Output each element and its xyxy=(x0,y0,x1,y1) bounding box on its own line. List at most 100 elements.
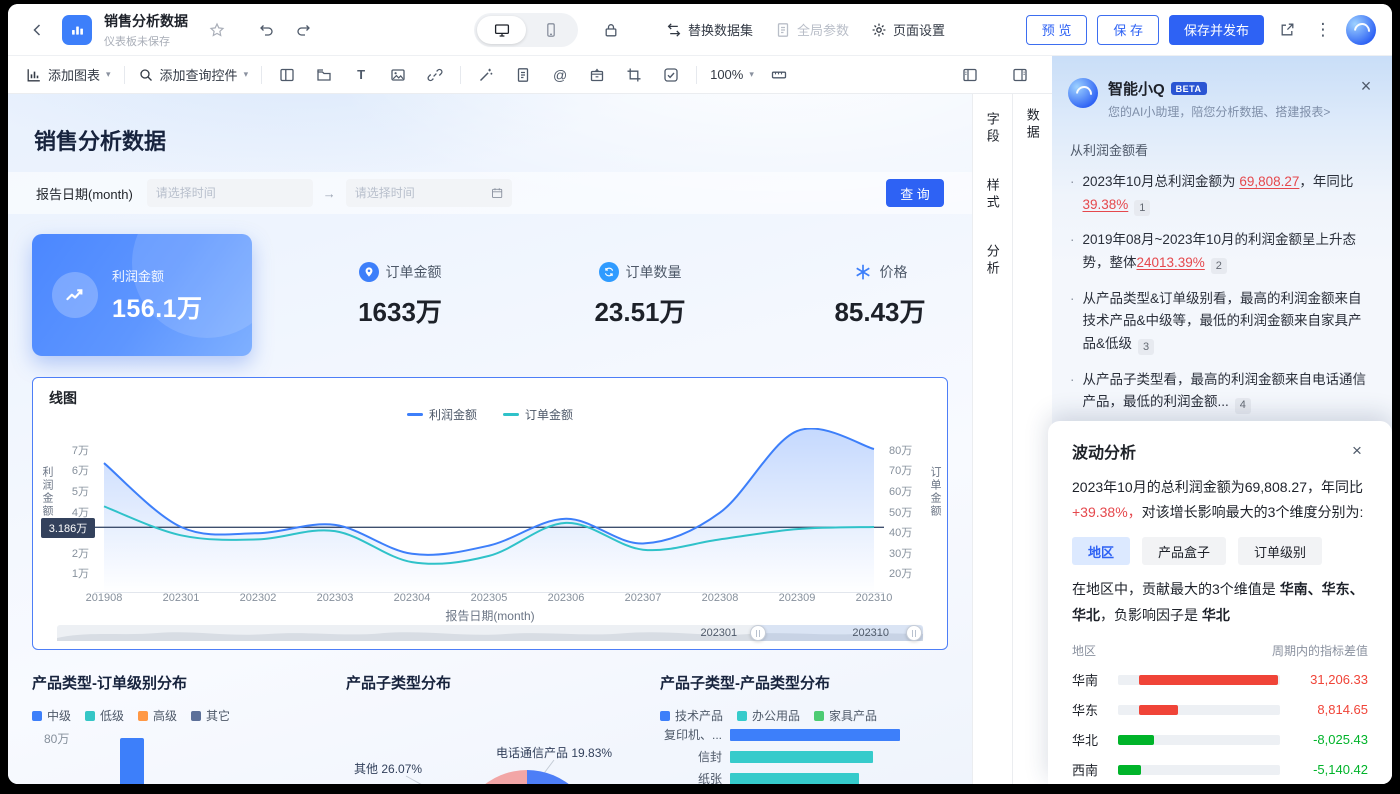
y-tick: 7万 xyxy=(51,442,89,458)
add-query-control-button[interactable]: 添加查询控件 ▾ xyxy=(138,65,249,84)
close-icon[interactable]: × xyxy=(1346,440,1368,462)
insight-badge[interactable]: 3 xyxy=(1138,339,1154,355)
page-title: 销售分析数据 xyxy=(34,124,166,156)
back-button[interactable] xyxy=(24,17,50,43)
insight-item[interactable]: · 从产品类型&订单级别看，最高的利润金额来自技术产品&中级等，最低的利润金额来… xyxy=(1070,288,1372,356)
line-chart-card[interactable]: 线图 利润金额 订单金额 利润金额 订单金额 7万 6万 5万 4万 3万 2万 xyxy=(32,377,948,650)
preview-button[interactable]: 预 览 xyxy=(1026,15,1088,45)
save-button[interactable]: 保 存 xyxy=(1097,15,1159,45)
close-icon[interactable]: × xyxy=(1354,74,1378,98)
lock-icon[interactable] xyxy=(598,17,624,43)
device-toggle[interactable] xyxy=(474,13,578,47)
bar-chart-card[interactable]: 产品类型-订单级别分布 中级 低级 高级 其它 80万 xyxy=(32,664,332,784)
redo-icon[interactable] xyxy=(290,17,316,43)
insight-item[interactable]: · 从产品子类型看，最高的利润金额来自电话通信产品，最低的利润金额...4 xyxy=(1070,369,1372,414)
assistant-subtitle[interactable]: 您的AI小助理，陪您分析数据、搭建报表> xyxy=(1108,103,1330,120)
undo-icon[interactable] xyxy=(254,17,280,43)
bar-mid-level xyxy=(120,738,144,784)
hbar-row: 信封 xyxy=(660,750,948,763)
legend-item[interactable]: 高级 xyxy=(138,707,177,724)
x-tick: 202308 xyxy=(690,592,750,604)
tab-analysis[interactable]: 分析 xyxy=(983,244,1002,278)
checklist-icon[interactable] xyxy=(659,63,683,87)
chart-title: 产品子类型分布 xyxy=(346,664,646,693)
fields-panel-icon[interactable] xyxy=(958,63,982,87)
date-input-start[interactable] xyxy=(147,179,313,207)
kpi-card-order-count[interactable]: 订单数量 23.51万 xyxy=(530,234,750,356)
start-date-input[interactable] xyxy=(156,186,304,200)
legend-item[interactable]: 低级 xyxy=(85,707,124,724)
image-tool-icon[interactable] xyxy=(386,63,410,87)
desktop-view-icon[interactable] xyxy=(477,16,526,44)
tab-style[interactable]: 样式 xyxy=(983,178,1002,212)
crop-icon[interactable] xyxy=(622,63,646,87)
insight-badge[interactable]: 2 xyxy=(1211,258,1227,274)
kpi-card-order-amount[interactable]: 订单金额 1633万 xyxy=(290,234,510,356)
insight-badge[interactable]: 4 xyxy=(1235,398,1251,414)
query-label: 报告日期(month) xyxy=(36,184,133,203)
publish-button[interactable]: 保存并发布 xyxy=(1169,15,1264,45)
hbar-chart-card[interactable]: 产品子类型-产品类型分布 技术产品 办公用品 家具产品 复印机、... 信封 纸… xyxy=(660,664,948,784)
legend-item[interactable]: 其它 xyxy=(191,707,230,724)
reference-value-tag: 3.186万 xyxy=(41,518,95,538)
pie-label: 电话通信产品 19.83% xyxy=(496,744,612,761)
text-tool-icon[interactable]: T xyxy=(349,63,373,87)
kpi-card-price[interactable]: 价格 85.43万 xyxy=(770,234,972,356)
save-status: 仪表板未保存 xyxy=(104,33,188,49)
pie-chart-card[interactable]: 产品子类型分布 其他 26.07% 电话通信产品 19.83% xyxy=(346,664,646,784)
date-input-end[interactable] xyxy=(346,179,512,207)
replace-dataset-button[interactable]: 替换数据集 xyxy=(660,16,759,43)
legend-item[interactable]: 技术产品 xyxy=(660,707,723,724)
user-avatar[interactable] xyxy=(1346,15,1376,45)
chip-order-level[interactable]: 订单级别 xyxy=(1238,537,1322,565)
legend-item[interactable]: 家具产品 xyxy=(814,707,877,724)
insight-badge[interactable]: 1 xyxy=(1134,200,1150,216)
insight-item[interactable]: · 2023年10月总利润金额为 69,808.27，年同比39.38%1 xyxy=(1070,171,1372,216)
tab-data[interactable]: 数据 xyxy=(1023,108,1042,142)
chevron-down-icon: ▾ xyxy=(749,70,754,79)
divider xyxy=(124,66,125,84)
link-tool-icon[interactable] xyxy=(423,63,447,87)
chip-region[interactable]: 地区 xyxy=(1072,537,1130,565)
favorite-star-icon[interactable] xyxy=(204,17,230,43)
legend-item[interactable]: 中级 xyxy=(32,707,71,724)
trend-line-icon xyxy=(52,272,98,318)
fluctuation-description: 2023年10月的总利润金额为69,808.27，年同比+39.38%，对该增长… xyxy=(1072,475,1368,525)
kpi-card-profit-amount[interactable]: 利润金额 156.1万 xyxy=(32,234,252,356)
ruler-grid-icon[interactable] xyxy=(767,63,791,87)
end-date-input[interactable] xyxy=(355,186,485,200)
app-window: 销售分析数据 仪表板未保存 替换数据集 全局参数 页面设置 预 览 保 存 保存… xyxy=(8,4,1392,784)
range-slider[interactable]: 202301 202310 xyxy=(57,625,923,641)
x-tick: 202303 xyxy=(305,592,365,604)
insight-item[interactable]: · 2019年08月~2023年10月的利润金额呈上升态势，整体24013.39… xyxy=(1070,229,1372,274)
note-icon[interactable] xyxy=(511,63,535,87)
widget-package-icon[interactable] xyxy=(585,63,609,87)
query-search-button[interactable]: 查 询 xyxy=(886,179,944,207)
mention-icon[interactable]: @ xyxy=(548,63,572,87)
dashboard-canvas[interactable]: 销售分析数据 报告日期(month) → 查 询 xyxy=(8,94,972,784)
hbar-row: 纸张 xyxy=(660,772,948,784)
page-settings-button[interactable]: 页面设置 xyxy=(865,16,951,43)
zoom-control[interactable]: 100% ▾ xyxy=(710,67,754,82)
edit-toolbar: 添加图表 ▾ 添加查询控件 ▾ T @ xyxy=(8,56,1052,94)
divider xyxy=(460,66,461,84)
more-menu-icon[interactable]: ⋮ xyxy=(1310,17,1336,43)
legend-item-profit[interactable]: 利润金额 xyxy=(407,406,477,423)
diff-table-header: 地区 周期内的指标差值 xyxy=(1072,642,1368,659)
line-plot[interactable] xyxy=(94,428,884,593)
hbar-fill xyxy=(730,751,873,763)
theme-wand-icon[interactable] xyxy=(474,63,498,87)
diff-bar-track xyxy=(1118,675,1280,685)
tab-container-icon[interactable] xyxy=(312,63,336,87)
legend-item-order[interactable]: 订单金额 xyxy=(503,406,573,423)
layout-container-icon[interactable] xyxy=(275,63,299,87)
global-params-button[interactable]: 全局参数 xyxy=(769,16,855,43)
legend-item[interactable]: 办公用品 xyxy=(737,707,800,724)
mobile-view-icon[interactable] xyxy=(526,16,575,44)
tab-fields[interactable]: 字段 xyxy=(983,112,1002,146)
y-tick: 60万 xyxy=(889,483,931,499)
share-icon[interactable] xyxy=(1274,17,1300,43)
add-chart-button[interactable]: 添加图表 ▾ xyxy=(26,65,111,84)
chip-product-box[interactable]: 产品盒子 xyxy=(1142,537,1226,565)
data-panel-icon[interactable] xyxy=(1008,63,1032,87)
